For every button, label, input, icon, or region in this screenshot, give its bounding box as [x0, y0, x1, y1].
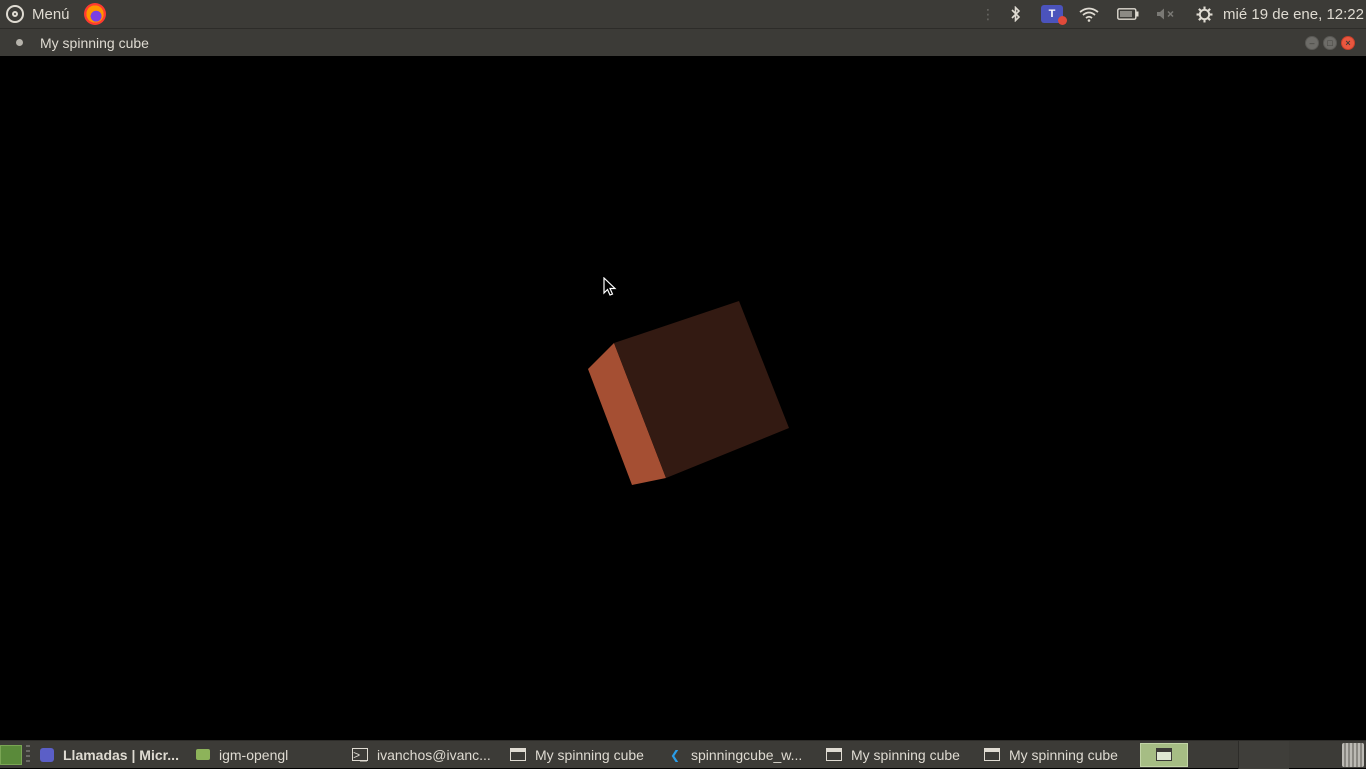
minimize-button[interactable]: – [1305, 35, 1319, 50]
wifi-icon[interactable] [1077, 0, 1101, 28]
menu-label: Menú [32, 5, 70, 23]
terminal-icon: >_ [352, 747, 368, 762]
show-desktop-button[interactable] [0, 744, 22, 765]
teams-tray-icon[interactable]: T [1041, 5, 1068, 25]
taskbar-item-terminal[interactable]: >_ ivanchos@ivanc... [346, 741, 504, 769]
clock[interactable]: mié 19 de ene, 12:22 [1223, 0, 1366, 28]
bluetooth-icon[interactable] [1005, 0, 1027, 28]
tray-handle-icon: ⋮ [981, 5, 996, 22]
taskbar-item-vscode[interactable]: ❮ spinningcube_w... [662, 741, 820, 769]
taskbar-item-files[interactable]: igm-opengl [190, 741, 346, 769]
trash-icon[interactable] [1342, 742, 1364, 767]
settings-gear-icon[interactable] [1193, 0, 1215, 28]
window-title: My spinning cube [40, 34, 149, 51]
spinning-cube [588, 301, 789, 485]
maximize-button[interactable]: □ [1323, 35, 1337, 50]
vscode-icon: ❮ [669, 747, 681, 762]
volume-muted-icon[interactable] [1155, 0, 1177, 28]
close-button[interactable]: × [1341, 35, 1355, 50]
folder-icon [196, 749, 210, 760]
top-panel: Menú ⋮ T mié 19 de ene, 12:22 [0, 0, 1366, 28]
teams-icon [40, 747, 54, 762]
taskbar-item-label: My spinning cube [535, 746, 644, 763]
taskbar-item-label: ivanchos@ivanc... [377, 746, 491, 763]
taskbar-item-spinning-cube-3[interactable]: My spinning cube [978, 741, 1128, 769]
system-tray: ⋮ T mié 19 de ene, 12:22 [981, 0, 1366, 28]
taskbar-item-label: spinningcube_w... [691, 746, 803, 763]
firefox-launcher-icon[interactable] [83, 3, 106, 25]
taskbar-item-label: My spinning cube [1009, 746, 1118, 763]
window-title-bar[interactable]: My spinning cube – □ × [0, 28, 1366, 56]
applications-menu-button[interactable]: Menú [0, 0, 74, 28]
taskbar-item-spinning-cube-1[interactable]: My spinning cube [504, 741, 662, 769]
taskbar-item-spinning-cube-2[interactable]: My spinning cube [820, 741, 978, 769]
bottom-taskbar: Llamadas | Micr... igm-opengl >_ ivancho… [0, 740, 1366, 769]
ubuntu-logo-icon [6, 5, 24, 23]
taskbar-item-teams[interactable]: Llamadas | Micr... [34, 741, 190, 769]
opengl-canvas[interactable] [0, 56, 1366, 740]
window-controls: – □ × [1301, 35, 1355, 50]
mouse-cursor-icon [603, 277, 617, 296]
taskbar-item-label: igm-opengl [219, 746, 289, 763]
window-icon [510, 748, 526, 761]
taskbar-item-label: Llamadas | Micr... [63, 746, 179, 763]
taskbar-active-window-button[interactable] [1140, 742, 1188, 767]
taskbar-separator [26, 744, 30, 765]
taskbar-item-label: My spinning cube [851, 746, 960, 763]
window-icon [1156, 748, 1172, 761]
battery-icon[interactable] [1115, 0, 1141, 28]
workspace-switcher[interactable] [1238, 740, 1289, 769]
window-icon [984, 748, 1000, 761]
window-icon [826, 748, 842, 761]
window-menu-dot-icon[interactable] [16, 39, 23, 46]
